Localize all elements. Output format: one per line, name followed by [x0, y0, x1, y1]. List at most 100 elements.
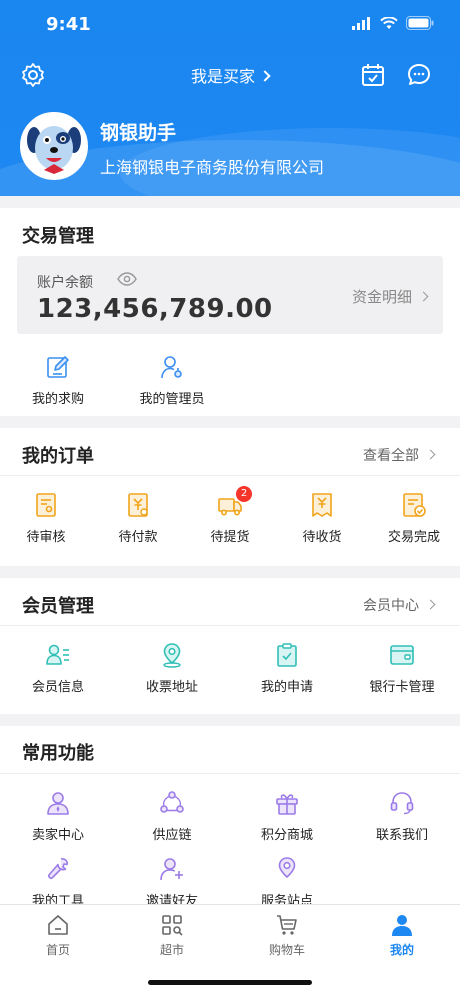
order-pending-review-button[interactable]: 待审核	[0, 492, 92, 545]
seller-icon	[47, 792, 69, 815]
trade-management-card: 交易管理 账户余额 123,456,789.00 资金明细 我的求购 我的管理员	[0, 208, 460, 416]
orders-section-title: 我的订单	[22, 446, 94, 467]
my-application-button[interactable]: 我的申请	[241, 642, 333, 695]
profile-header: 9:41 我是买家 钢银助手 上海钢银电子商务股份有限公司	[0, 0, 460, 196]
invoice-address-label: 收票地址	[145, 680, 198, 695]
eye-toggle-icon[interactable]	[117, 272, 137, 286]
member-info-button[interactable]: 会员信息	[12, 642, 104, 695]
my-tools-label: 我的工具	[31, 894, 84, 904]
order-pending-pickup-label: 待提货	[210, 530, 250, 545]
view-all-orders-link[interactable]: 查看全部	[363, 445, 436, 465]
profile-company: 上海钢银电子商务股份有限公司	[100, 158, 325, 177]
review-icon	[36, 493, 56, 517]
chevron-right-icon	[418, 291, 429, 302]
wrench-icon	[47, 858, 68, 880]
service-station-label: 服务站点	[260, 894, 313, 904]
balance-amount: 123,456,789.00	[37, 294, 273, 324]
wifi-icon	[380, 16, 398, 29]
tab-home-label: 首页	[45, 943, 70, 957]
my-application-label: 我的申请	[260, 680, 313, 695]
signal-icon	[352, 16, 370, 30]
message-bubble-icon[interactable]	[406, 62, 432, 88]
order-pending-receipt-label: 待收货	[302, 530, 342, 545]
my-orders-card: 我的订单 查看全部 待审核 待付款 2 待提货 待收货 交易完成	[0, 428, 460, 566]
member-center-label: 会员中心	[363, 598, 419, 614]
invoice-address-button[interactable]: 收票地址	[126, 642, 218, 695]
role-switch-label: 我是买家	[190, 67, 255, 86]
points-mall-button[interactable]: 积分商城	[241, 790, 333, 843]
bank-card-management-label: 银行卡管理	[369, 680, 435, 695]
seller-center-label: 卖家中心	[31, 828, 84, 843]
status-bar: 9:41	[0, 0, 460, 50]
service-location-icon	[278, 857, 296, 879]
my-tools-button[interactable]: 我的工具	[12, 856, 104, 904]
my-purchase-request-button[interactable]: 我的求购	[12, 354, 104, 407]
common-functions-card: 常用功能 卖家中心 供应链 积分商城 联系我们 我的工具 邀请好友 服务站点	[0, 726, 460, 904]
membership-card: 会员管理 会员中心 会员信息 收票地址 我的申请 银行卡管理	[0, 578, 460, 714]
bank-card-management-button[interactable]: 银行卡管理	[356, 642, 448, 695]
location-icon	[163, 643, 181, 668]
payment-icon	[128, 493, 148, 517]
order-pending-payment-button[interactable]: 待付款	[92, 492, 184, 545]
order-pending-pickup-button[interactable]: 2 待提货	[184, 486, 276, 545]
tab-cart[interactable]: 购物车	[257, 913, 317, 958]
order-completed-label: 交易完成	[387, 530, 440, 545]
invite-friends-button[interactable]: 邀请好友	[126, 856, 218, 904]
seller-center-button[interactable]: 卖家中心	[12, 790, 104, 843]
common-section-title: 常用功能	[22, 743, 94, 764]
service-station-button[interactable]: 服务站点	[241, 856, 333, 904]
admin-icon	[161, 356, 182, 379]
section-divider	[0, 475, 460, 476]
tab-home[interactable]: 首页	[28, 913, 88, 958]
my-purchase-request-label: 我的求购	[31, 392, 84, 407]
profile-summary[interactable]: 钢银助手 上海钢银电子商务股份有限公司	[20, 112, 440, 182]
section-divider	[0, 625, 460, 626]
edit-icon	[47, 356, 69, 378]
top-nav: 我是买家	[0, 56, 460, 92]
points-mall-label: 积分商城	[260, 828, 313, 843]
gift-icon	[276, 794, 298, 815]
dog-mascot-avatar-icon	[22, 114, 86, 178]
tab-cart-label: 购物车	[268, 943, 305, 957]
cart-icon	[277, 915, 297, 935]
role-switch-button[interactable]: 我是买家	[0, 63, 460, 87]
tab-market[interactable]: 超市	[142, 913, 202, 958]
home-indicator	[148, 980, 312, 985]
complete-icon	[403, 493, 426, 517]
order-pending-payment-label: 待付款	[118, 530, 158, 545]
profile-icon	[392, 915, 412, 936]
membership-section-title: 会员管理	[22, 596, 94, 617]
supply-chain-label: 供应链	[152, 828, 192, 843]
tab-profile[interactable]: 我的	[372, 913, 432, 958]
contact-us-button[interactable]: 联系我们	[356, 790, 448, 843]
headset-icon	[390, 792, 414, 815]
chevron-right-icon	[259, 70, 271, 82]
tab-profile-label: 我的	[389, 943, 414, 957]
fund-details-label: 资金明细	[351, 288, 412, 306]
fund-details-link[interactable]: 资金明细	[351, 286, 429, 307]
trade-section-title: 交易管理	[22, 226, 94, 247]
balance-panel: 账户余额 123,456,789.00 资金明细	[17, 256, 443, 334]
invite-friends-label: 邀请好友	[145, 894, 198, 904]
calendar-check-icon[interactable]	[360, 62, 386, 88]
view-all-label: 查看全部	[363, 448, 419, 464]
member-info-icon	[46, 644, 69, 665]
order-pending-receipt-button[interactable]: 待收货	[276, 492, 368, 545]
tab-market-label: 超市	[159, 943, 184, 957]
section-divider	[0, 773, 460, 774]
contact-us-label: 联系我们	[375, 828, 428, 843]
member-center-link[interactable]: 会员中心	[363, 595, 436, 615]
order-pending-review-label: 待审核	[26, 530, 66, 545]
my-administrator-label: 我的管理员	[139, 392, 205, 407]
chevron-right-icon	[425, 599, 436, 610]
battery-icon	[406, 16, 434, 30]
invite-icon	[160, 858, 183, 881]
balance-label: 账户余额	[37, 275, 93, 291]
avatar[interactable]	[20, 112, 88, 180]
order-completed-button[interactable]: 交易完成	[368, 492, 460, 545]
home-icon	[48, 915, 68, 935]
my-administrator-button[interactable]: 我的管理员	[126, 354, 218, 407]
chevron-right-icon	[425, 449, 436, 460]
pickup-count-badge: 2	[236, 486, 252, 502]
supply-chain-button[interactable]: 供应链	[126, 790, 218, 843]
